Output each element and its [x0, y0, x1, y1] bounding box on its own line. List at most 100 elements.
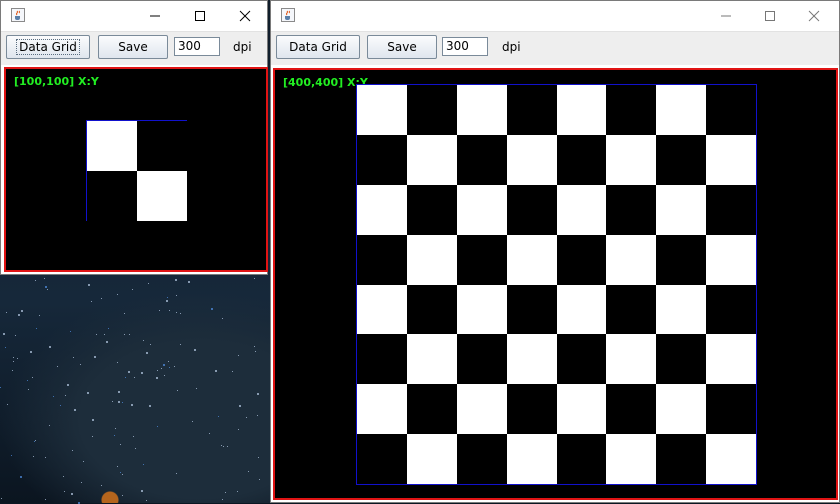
save-button[interactable]: Save: [367, 35, 437, 59]
star: [27, 380, 28, 381]
star: [101, 298, 102, 299]
grid-cell: [357, 284, 407, 335]
grid-cell: [456, 384, 507, 435]
grid-cell: [506, 184, 557, 235]
star: [174, 366, 175, 367]
star: [141, 490, 143, 492]
star: [132, 289, 133, 290]
star: [238, 429, 239, 430]
star: [71, 493, 73, 495]
star: [104, 334, 105, 335]
star: [73, 357, 74, 358]
maximize-button[interactable]: [177, 1, 222, 31]
minimize-button[interactable]: [703, 1, 748, 31]
star: [148, 283, 149, 284]
star: [259, 479, 260, 480]
canvas-panel[interactable]: [400,400] X:Y: [273, 68, 838, 500]
grid-cell: [357, 85, 407, 135]
data-grid-button[interactable]: Data Grid: [6, 35, 90, 59]
grid-cell: [357, 134, 407, 185]
star: [5, 347, 6, 348]
grid-cell: [406, 284, 457, 335]
star: [188, 281, 190, 283]
maximize-button[interactable]: [747, 1, 792, 31]
grid-cell: [506, 384, 557, 435]
star: [33, 456, 34, 457]
grid-cell: [706, 184, 757, 235]
grid-cell: [656, 284, 707, 335]
close-icon: [808, 10, 819, 22]
star: [157, 370, 158, 371]
star: [35, 280, 36, 281]
star: [115, 428, 116, 429]
star: [45, 286, 47, 288]
title-bar[interactable]: [1, 1, 267, 31]
grid-cell: [87, 170, 137, 221]
grid-cell: [656, 134, 707, 185]
grid-cell: [556, 85, 607, 135]
save-button[interactable]: Save: [98, 35, 168, 59]
java-coffee-cup-icon: [281, 8, 295, 22]
star: [211, 308, 213, 310]
grid-cell: [357, 184, 407, 235]
star: [60, 405, 61, 406]
star: [81, 482, 82, 483]
star: [101, 485, 102, 486]
star: [143, 464, 144, 465]
star: [6, 312, 7, 313]
star: [248, 471, 249, 472]
maximize-icon: [764, 11, 775, 21]
java-coffee-cup-icon: [11, 8, 25, 22]
grid-cell: [656, 184, 707, 235]
grid-cell: [357, 334, 407, 385]
dpi-input[interactable]: 300: [442, 37, 488, 56]
star: [120, 472, 121, 473]
star: [169, 367, 170, 368]
star: [164, 375, 165, 376]
star: [47, 289, 48, 290]
data-grid-button[interactable]: Data Grid: [276, 35, 360, 59]
minimize-icon: [720, 15, 731, 17]
star: [34, 441, 35, 442]
grid-cell: [456, 184, 507, 235]
grid-cell: [506, 85, 557, 135]
close-button[interactable]: [222, 1, 267, 31]
star: [21, 310, 23, 312]
coordinate-label: [100,100] X:Y: [14, 75, 99, 88]
star: [146, 352, 148, 354]
grid-cell: [87, 121, 137, 171]
star: [163, 364, 165, 366]
grid-cell: [706, 284, 757, 335]
star: [134, 377, 135, 378]
canvas-panel[interactable]: [100,100] X:Y: [4, 67, 268, 272]
grid-cell: [406, 434, 457, 485]
grid-cell: [706, 334, 757, 385]
close-button[interactable]: [791, 1, 836, 31]
star: [254, 278, 255, 279]
grid-cell: [556, 184, 607, 235]
star: [96, 334, 97, 335]
star: [94, 356, 96, 358]
title-bar[interactable]: [271, 1, 839, 31]
star: [87, 392, 89, 394]
star: [218, 416, 219, 417]
grid-cell: [556, 284, 607, 335]
star: [122, 495, 123, 496]
star: [225, 492, 226, 493]
star: [35, 440, 36, 441]
star: [122, 474, 123, 475]
star: [146, 500, 147, 501]
star: [80, 364, 81, 365]
star: [13, 361, 14, 362]
save-label: Save: [118, 40, 148, 54]
star: [227, 446, 228, 447]
star: [106, 341, 108, 343]
star: [232, 371, 233, 372]
dpi-input[interactable]: 300: [174, 37, 220, 56]
star: [118, 401, 120, 403]
star: [15, 335, 16, 336]
star: [49, 425, 50, 426]
minimize-button[interactable]: [132, 1, 177, 31]
grid-cell: [456, 334, 507, 385]
toolbar: Data Grid Save 300 dpi: [1, 31, 267, 65]
